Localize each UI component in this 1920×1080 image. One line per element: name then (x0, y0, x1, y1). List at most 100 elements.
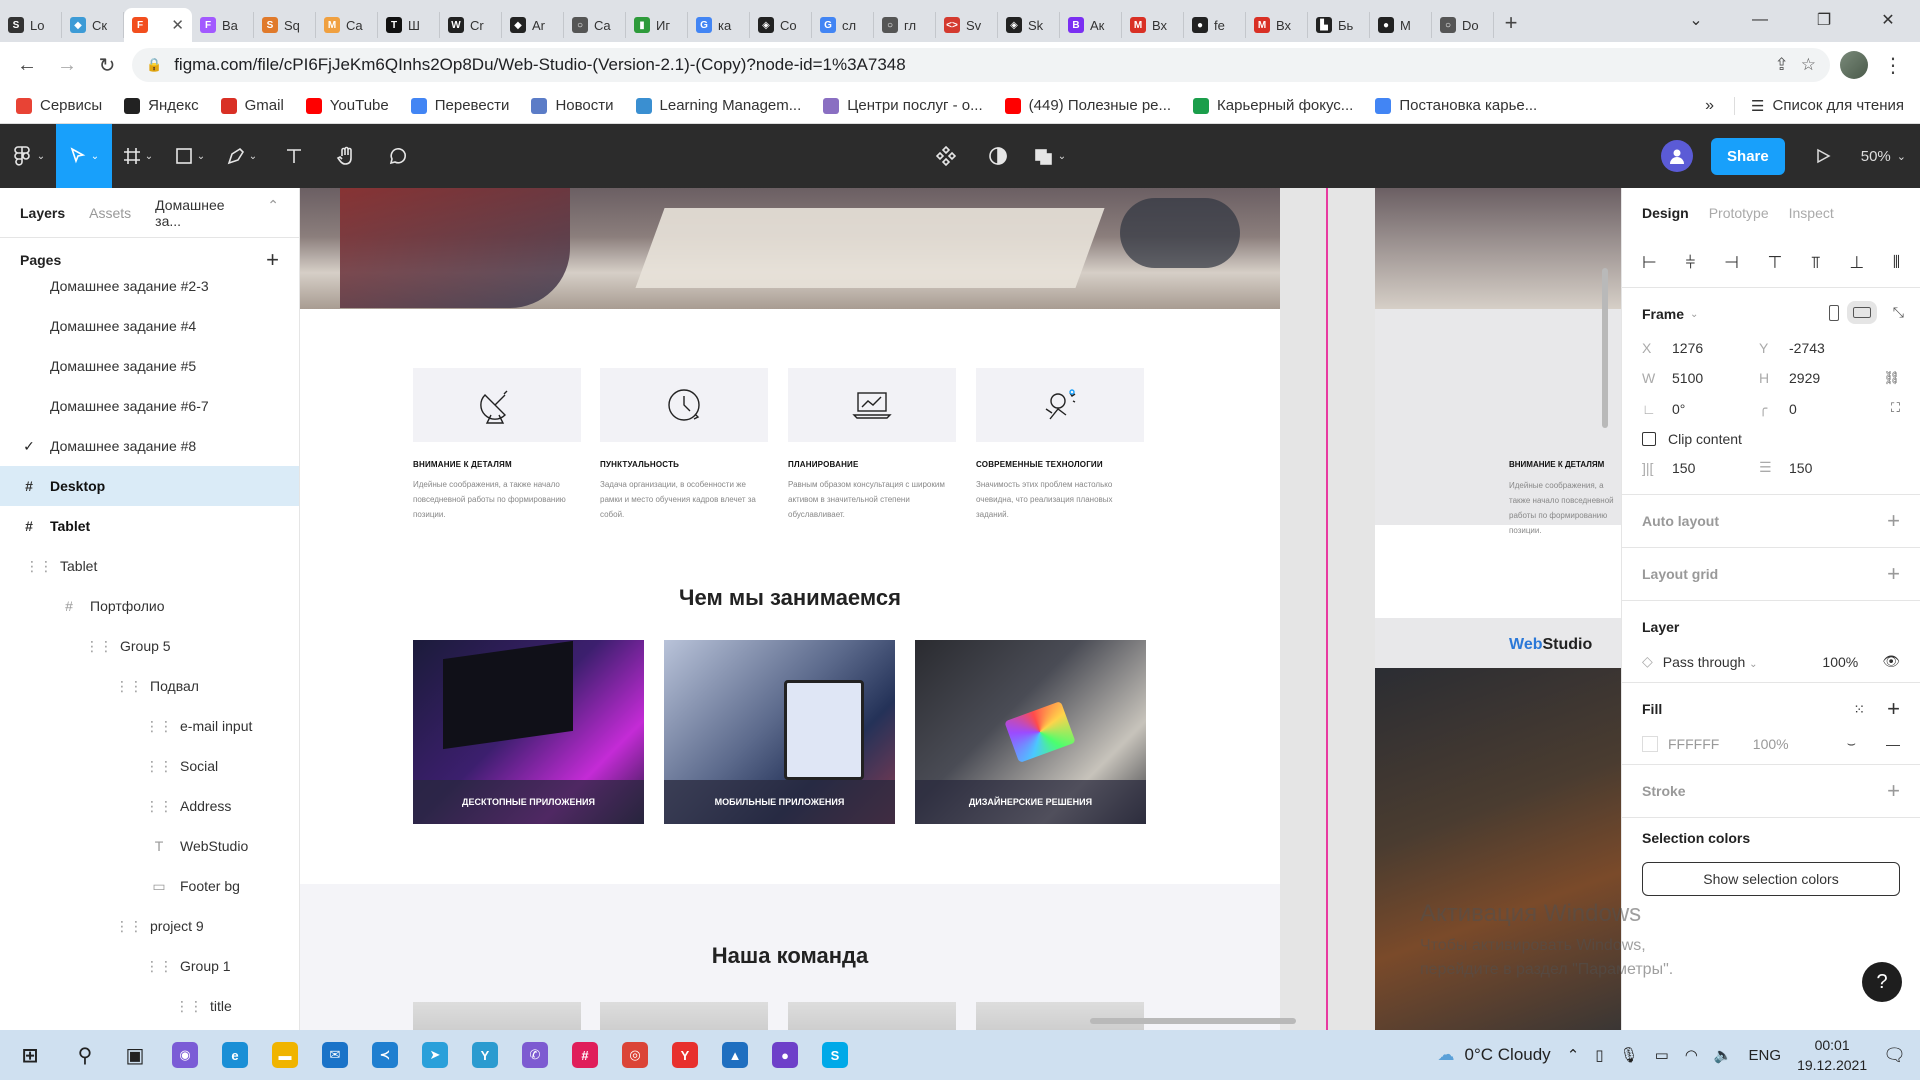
battery-icon[interactable]: ▭ (1655, 1046, 1669, 1064)
add-fill-button[interactable]: + (1887, 696, 1900, 722)
text-tool-button[interactable] (268, 124, 320, 188)
styles-grid-icon[interactable]: ⁙ (1853, 701, 1865, 718)
browser-tab[interactable]: S Sq (254, 12, 316, 38)
add-stroke-button[interactable]: + (1887, 778, 1900, 804)
new-tab-button[interactable]: + (1494, 6, 1528, 40)
vertical-padding-field[interactable]: ☰ 150 (1759, 459, 1876, 476)
bookmark-star-icon[interactable]: ☆ (1801, 55, 1816, 75)
browser-tab[interactable]: ● M (1370, 12, 1432, 38)
add-page-button[interactable]: + (266, 247, 279, 273)
shape-tool-button[interactable]: ⌄ (164, 124, 216, 188)
reload-button[interactable]: ↻ (92, 50, 122, 80)
browser-tab[interactable]: ○ Do (1432, 12, 1494, 38)
taskbar-app-button[interactable]: # (560, 1030, 610, 1080)
zoom-dropdown[interactable]: 50% ⌄ (1861, 148, 1906, 165)
taskbar-app-button[interactable]: ◎ (610, 1030, 660, 1080)
horizontal-scrollbar[interactable] (1090, 1018, 1296, 1024)
browser-tab[interactable]: S Lo (0, 12, 62, 38)
distribute-icon[interactable]: ⫴ (1893, 253, 1900, 273)
fill-opacity[interactable]: 100% (1753, 736, 1813, 752)
radius-field[interactable]: ╭ 0 (1759, 400, 1876, 417)
layer-row[interactable]: ⋮⋮ title (0, 986, 299, 1026)
taskbar-app-button[interactable]: Y (660, 1030, 710, 1080)
chevron-up-icon[interactable]: ⌃ (1567, 1046, 1580, 1064)
maximize-button[interactable]: ❐ (1792, 0, 1856, 40)
layer-row[interactable]: # Desktop (0, 466, 299, 506)
share-button[interactable]: Share (1711, 137, 1785, 175)
minimize-button[interactable]: — (1728, 0, 1792, 40)
hide-fill-icon[interactable]: ⌣ (1847, 735, 1856, 752)
hand-tool-button[interactable] (320, 124, 372, 188)
language-indicator[interactable]: ENG (1749, 1047, 1782, 1064)
browser-tab[interactable]: ○ Ca (564, 12, 626, 38)
eye-icon[interactable]: 👁 (1882, 653, 1900, 670)
align-middle-v-icon[interactable]: ⫪ (1811, 253, 1821, 273)
boolean-button[interactable]: ⌄ (1024, 124, 1076, 188)
close-tab-icon[interactable]: ✕ (171, 16, 184, 34)
resize-to-fit-icon[interactable]: ⤡ (1893, 304, 1904, 321)
layer-row[interactable]: ⋮⋮ Group 1 (0, 946, 299, 986)
url-input[interactable]: 🔒 figma.com/file/cPI6FjJeKm6QInhs2Op8Du/… (132, 48, 1830, 82)
reading-list-button[interactable]: ☰ Список для чтения (1734, 96, 1904, 115)
bookmark-item[interactable]: (449) Полезные ре... (1004, 97, 1171, 114)
layer-row[interactable]: ⋮⋮ Social (0, 746, 299, 786)
back-button[interactable]: ← (12, 50, 42, 80)
pen-tool-button[interactable]: ⌄ (216, 124, 268, 188)
desktop-frame[interactable]: ВНИМАНИЕ К ДЕТАЛЯМ Идейные соображения, … (300, 188, 1280, 1030)
tab-inspect[interactable]: Inspect (1789, 205, 1834, 221)
tab-prototype[interactable]: Prototype (1709, 205, 1769, 221)
bookmark-item[interactable]: Центри послуг - о... (823, 97, 983, 114)
layer-row[interactable]: Домашнее задание #6-7 (0, 386, 299, 426)
layer-row[interactable]: ⋮⋮ e-mail input (0, 706, 299, 746)
bookmarks-more-button[interactable]: » (1705, 97, 1714, 115)
taskbar-app-button[interactable]: ◉ (160, 1030, 210, 1080)
microphone-icon[interactable]: 🎙 (1620, 1046, 1639, 1064)
browser-tab[interactable]: <> Sv (936, 12, 998, 38)
components-button[interactable] (920, 124, 972, 188)
forward-button[interactable]: → (52, 50, 82, 80)
clock[interactable]: 00:01 19.12.2021 (1797, 1035, 1867, 1075)
layer-row[interactable]: Домашнее задание #4 (0, 306, 299, 346)
layer-row[interactable]: ✓ Домашнее задание #8 (0, 426, 299, 466)
taskbar-app-button[interactable]: ≺ (360, 1030, 410, 1080)
layer-row[interactable]: ⋮⋮ Group 5 (0, 626, 299, 666)
browser-tab[interactable]: M Ca (316, 12, 378, 38)
bookmark-item[interactable]: YouTube (305, 97, 389, 114)
present-button[interactable] (1803, 148, 1843, 164)
remove-fill-icon[interactable]: — (1886, 736, 1900, 752)
y-field[interactable]: Y -2743 (1759, 340, 1876, 356)
volume-icon[interactable]: 🔈 (1714, 1046, 1733, 1064)
bookmark-item[interactable]: Яндекс (124, 97, 199, 114)
taskbar-app-button[interactable]: ✆ (510, 1030, 560, 1080)
bookmark-item[interactable]: Карьерный фокус... (1193, 97, 1353, 114)
fill-swatch[interactable] (1642, 735, 1658, 752)
layer-row[interactable]: Домашнее задание #2-3 (0, 266, 299, 306)
taskbar-app-button[interactable]: e (210, 1030, 260, 1080)
tab-search-icon[interactable]: ⌄ (1664, 0, 1728, 40)
browser-tab[interactable]: W Cr (440, 12, 502, 38)
layer-row[interactable]: ⋮⋮ Tablet (0, 546, 299, 586)
bookmark-item[interactable]: Gmail (220, 97, 284, 114)
browser-tab[interactable]: ◆ Cк (62, 12, 124, 38)
layer-opacity[interactable]: 100% (1822, 654, 1858, 670)
browser-tab[interactable]: M Вх (1246, 12, 1308, 38)
lock-icon[interactable]: 🔒 (146, 57, 162, 73)
taskbar-app-button[interactable]: ● (760, 1030, 810, 1080)
taskbar-app-button[interactable]: ⚲ (60, 1030, 110, 1080)
browser-tab[interactable]: ▮ Иг (626, 12, 688, 38)
rotation-field[interactable]: ∟ 0° (1642, 400, 1759, 417)
browser-tab[interactable]: ◆ Ar (502, 12, 564, 38)
bookmark-item[interactable]: Новости (531, 97, 614, 114)
layer-row[interactable]: ⋮⋮ project 9 (0, 906, 299, 946)
layer-row[interactable]: # Tablet (0, 506, 299, 546)
browser-tab[interactable]: ▙ Бь (1308, 12, 1370, 38)
show-selection-colors-button[interactable]: Show selection colors (1642, 862, 1900, 896)
taskbar-app-button[interactable]: ✉ (310, 1030, 360, 1080)
bookmark-item[interactable]: Learning Managem... (635, 97, 801, 114)
browser-tab[interactable]: Gсл (812, 12, 874, 38)
layer-row[interactable]: # Портфолио (0, 586, 299, 626)
add-auto-layout-button[interactable]: + (1887, 508, 1900, 534)
browser-menu-icon[interactable]: ⋮ (1878, 50, 1908, 80)
user-avatar[interactable] (1661, 140, 1694, 172)
constrain-proportions-icon[interactable]: ⛓ (1876, 370, 1900, 386)
